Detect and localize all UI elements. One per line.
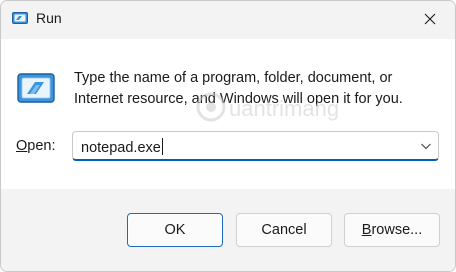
close-button[interactable] [413,3,447,35]
cancel-button[interactable]: Cancel [236,213,332,247]
chevron-down-icon[interactable] [420,141,432,151]
ok-button[interactable]: OK [127,213,223,247]
browse-button[interactable]: Browse... [344,213,440,247]
run-icon [12,12,28,24]
open-label: Open: [16,138,56,154]
dialog-body: Type the name of a program, folder, docu… [1,39,455,189]
run-dialog: Run Type the name of a program, folder, … [0,0,456,272]
title-bar: Run [1,1,455,39]
close-icon [424,13,436,25]
run-icon [17,73,55,103]
svg-text:uantrimang: uantrimang [229,96,339,121]
open-input[interactable]: notepad.exe [81,138,163,156]
window-title: Run [36,10,62,26]
text-cursor [161,138,163,155]
open-combobox[interactable]: notepad.exe [72,131,439,161]
watermark-logo: uantrimang [196,92,339,122]
button-bar: OK Cancel Browse... [1,189,455,271]
